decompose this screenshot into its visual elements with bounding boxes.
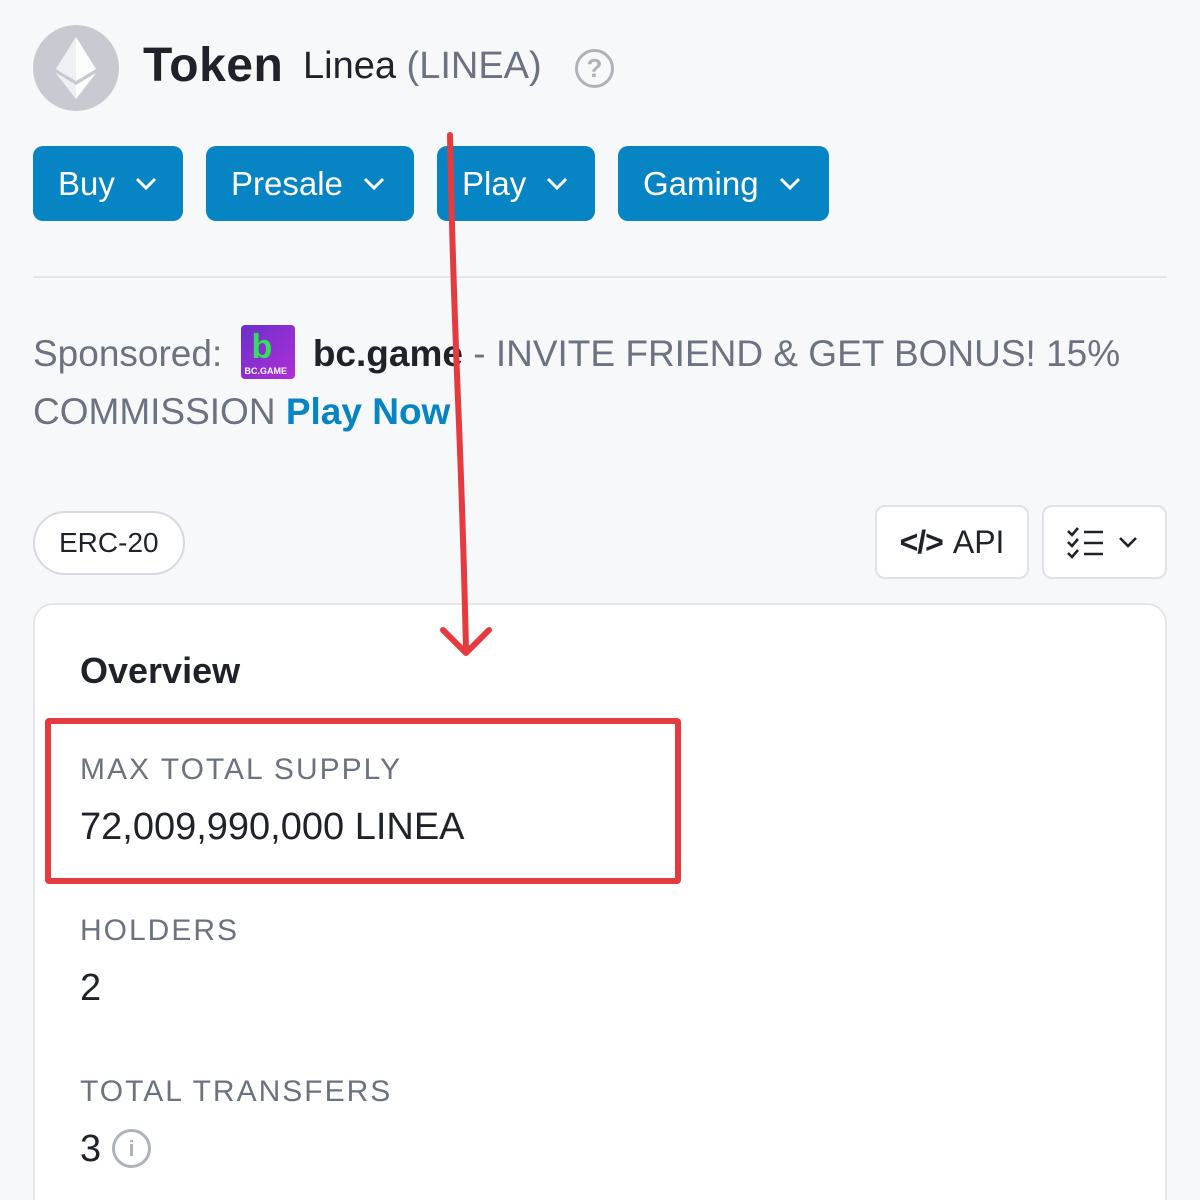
annotation-arrow xyxy=(440,132,492,656)
token-page: Token Linea (LINEA) ? Buy Presale Play G… xyxy=(0,0,1200,1200)
